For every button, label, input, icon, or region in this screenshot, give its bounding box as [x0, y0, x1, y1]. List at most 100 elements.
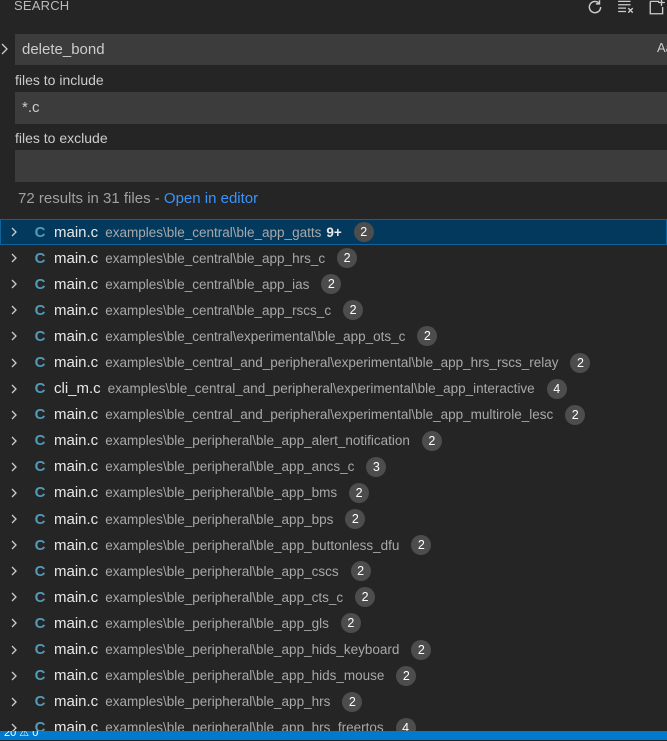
result-file-row[interactable]: Cmain.c examples\ble_peripheral\ble_app_a…	[0, 454, 667, 480]
c-file-icon: C	[34, 484, 46, 502]
chevron-right-icon[interactable]	[7, 356, 21, 370]
chevron-right-icon[interactable]	[7, 512, 21, 526]
chevron-right-icon[interactable]	[7, 329, 21, 343]
files-to-exclude-input[interactable]	[15, 150, 667, 182]
status-bar[interactable]: 20 ⚠ 0	[0, 731, 667, 740]
result-file-name: main.c	[54, 562, 99, 580]
result-file-row[interactable]: Cmain.c examples\ble_peripheral\ble_app_h…	[0, 637, 667, 663]
c-file-icon: C	[34, 432, 46, 450]
c-file-icon: C	[34, 301, 46, 319]
open-in-editor-link[interactable]: Open in editor	[164, 190, 258, 207]
c-file-icon: C	[34, 693, 46, 711]
c-file-icon: C	[34, 223, 46, 241]
files-to-include-input[interactable]: *.c	[15, 92, 667, 124]
result-file-path: examples\ble_central_and_peripheral\expe…	[107, 381, 535, 397]
result-file-row[interactable]: Cmain.c examples\ble_peripheral\ble_app_h…	[0, 663, 667, 689]
chevron-right-icon[interactable]	[7, 225, 21, 239]
chevron-right-icon[interactable]	[7, 643, 21, 657]
c-file-icon: C	[34, 614, 46, 632]
chevron-right-icon[interactable]	[7, 590, 21, 604]
problems-status[interactable]: 20 ⚠ 0	[4, 731, 38, 739]
c-file-icon: C	[34, 562, 46, 580]
chevron-right-icon[interactable]	[7, 538, 21, 552]
chevron-right-icon[interactable]	[7, 277, 21, 291]
result-file-path: examples\ble_peripheral\ble_app_bps	[105, 511, 334, 527]
toggle-replace-icon[interactable]	[0, 40, 12, 58]
c-file-icon: C	[34, 588, 46, 606]
chevron-right-icon[interactable]	[7, 303, 21, 317]
match-count-badge: 3	[366, 456, 387, 477]
result-file-row[interactable]: Cmain.c examples\ble_central\ble_app_gatt…	[0, 219, 667, 246]
chevron-right-icon[interactable]	[7, 434, 21, 448]
result-file-path: examples\ble_peripheral\ble_app_hrs	[105, 694, 331, 710]
chevron-right-icon[interactable]	[7, 460, 21, 474]
result-file-row[interactable]: Cmain.c examples\ble_peripheral\ble_app_b…	[0, 480, 667, 506]
match-count-badge: 2	[321, 274, 342, 295]
match-count-badge: 2	[396, 665, 417, 686]
chevron-right-icon[interactable]	[7, 564, 21, 578]
match-count-badge: 2	[570, 352, 591, 373]
c-file-icon: C	[34, 275, 46, 293]
chevron-right-icon[interactable]	[7, 669, 21, 683]
clear-results-icon[interactable]	[615, 0, 637, 18]
chevron-right-icon[interactable]	[7, 251, 21, 265]
c-file-icon: C	[34, 354, 46, 372]
result-file-name: main.c	[54, 406, 99, 424]
chevron-right-icon[interactable]	[7, 486, 21, 500]
result-file-row[interactable]: Cmain.c examples\ble_central_and_peripher…	[0, 349, 667, 375]
result-file-row[interactable]: Cmain.c examples\ble_peripheral\ble_app_a…	[0, 428, 667, 454]
search-view-header: SEARCH	[0, 0, 667, 22]
match-case-toggle[interactable]: Aa	[657, 40, 667, 55]
c-file-icon: C	[34, 380, 46, 398]
result-file-name: main.c	[54, 354, 99, 372]
result-file-path: examples\ble_central\ble_app_ias	[105, 276, 310, 292]
result-file-row[interactable]: Cmain.c examples\ble_central\ble_app_hrs_…	[0, 245, 667, 271]
match-count-badge: 2	[337, 248, 358, 269]
result-file-row[interactable]: Cmain.c examples\ble_peripheral\ble_app_c…	[0, 584, 667, 610]
match-count-badge: 2	[340, 613, 361, 634]
match-count-badge: 2	[411, 535, 432, 556]
result-file-name: main.c	[54, 641, 99, 659]
result-file-path: examples\ble_central\experimental\ble_ap…	[105, 328, 406, 344]
c-file-icon: C	[34, 667, 46, 685]
result-file-name: main.c	[54, 249, 99, 267]
results-count-text: 72 results in 31 files -	[18, 190, 164, 207]
result-file-row[interactable]: Cmain.c examples\ble_peripheral\ble_app_c…	[0, 558, 667, 584]
result-file-path: examples\ble_peripheral\ble_app_hids_key…	[105, 642, 400, 658]
result-file-name: main.c	[54, 327, 99, 345]
c-file-icon: C	[34, 406, 46, 424]
result-file-row[interactable]: Ccli_m.c examples\ble_central_and_periphe…	[0, 376, 667, 402]
result-file-row[interactable]: Cmain.c examples\ble_peripheral\ble_app_b…	[0, 532, 667, 558]
result-file-path: examples\ble_peripheral\ble_app_ancs_c	[105, 459, 355, 475]
result-file-path: examples\ble_peripheral\ble_app_bms	[105, 485, 338, 501]
c-file-icon: C	[34, 458, 46, 476]
search-input[interactable]: delete_bond	[15, 34, 667, 65]
result-file-name: main.c	[54, 432, 99, 450]
chevron-right-icon[interactable]	[7, 382, 21, 396]
chevron-right-icon[interactable]	[7, 695, 21, 709]
result-file-path: examples\ble_central_and_peripheral\expe…	[105, 407, 554, 423]
result-file-path: examples\ble_central\ble_app_gatts	[105, 224, 322, 240]
view-title: SEARCH	[14, 0, 70, 13]
result-file-row[interactable]: Cmain.c examples\ble_central\experimental…	[0, 323, 667, 349]
chevron-right-icon[interactable]	[7, 408, 21, 422]
result-file-row[interactable]: Cmain.c examples\ble_peripheral\ble_app_b…	[0, 506, 667, 532]
new-search-editor-icon[interactable]	[646, 0, 667, 18]
result-file-path: examples\ble_peripheral\ble_app_alert_no…	[105, 433, 410, 449]
result-file-row[interactable]: Cmain.c examples\ble_central_and_peripher…	[0, 402, 667, 428]
result-file-row[interactable]: Cmain.c examples\ble_central\ble_app_ias 2	[0, 271, 667, 297]
c-file-icon: C	[34, 536, 46, 554]
chevron-right-icon[interactable]	[7, 616, 21, 630]
result-file-row[interactable]: Cmain.c examples\ble_central\ble_app_rscs…	[0, 297, 667, 323]
result-file-path: examples\ble_peripheral\ble_app_gls	[105, 615, 329, 631]
c-file-icon: C	[34, 327, 46, 345]
result-file-row[interactable]: Cmain.c examples\ble_peripheral\ble_app_g…	[0, 610, 667, 636]
result-file-row[interactable]: Cmain.c examples\ble_peripheral\ble_app_h…	[0, 689, 667, 715]
refresh-icon[interactable]	[584, 0, 606, 18]
results-summary: 72 results in 31 files - Open in editor	[18, 190, 258, 207]
c-file-icon: C	[34, 510, 46, 528]
result-file-path: examples\ble_central\ble_app_hrs_c	[105, 250, 326, 266]
match-count-badge: 2	[411, 639, 432, 660]
result-file-name: main.c	[54, 667, 99, 685]
result-file-path: examples\ble_peripheral\ble_app_cscs	[105, 563, 339, 579]
